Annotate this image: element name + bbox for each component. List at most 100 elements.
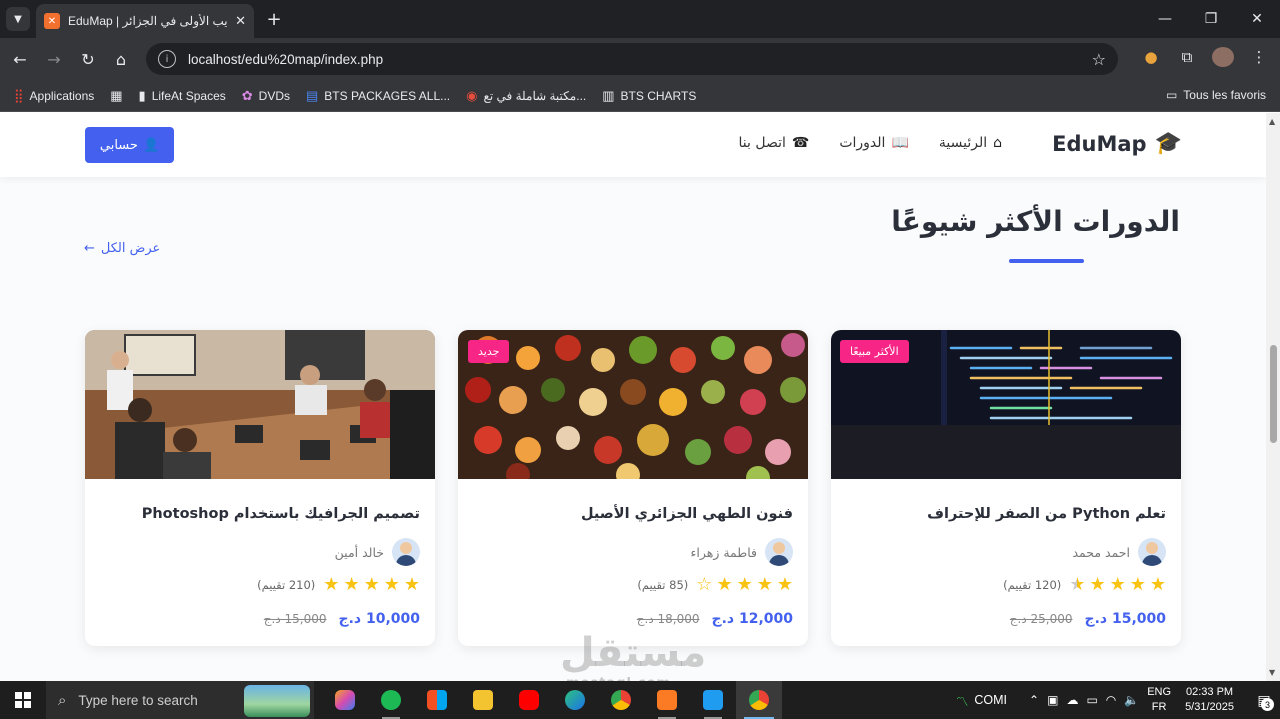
nav-contact[interactable]: ☎ اتصل بنا	[739, 135, 810, 151]
star-full-icon: ★	[756, 574, 773, 595]
bookmark-star-icon[interactable]: ☆	[1092, 50, 1106, 69]
vscode-icon	[703, 690, 723, 710]
taskbar-apps	[322, 681, 782, 719]
xampp-icon	[657, 690, 677, 710]
course-image-meeting	[85, 330, 435, 479]
star-full-icon: ★	[1089, 574, 1106, 595]
browser-tab-bar: ▼ ✕ EduMap | بوابة التدريب الأولى في الج…	[0, 0, 1280, 38]
chrome-app[interactable]	[598, 681, 644, 719]
course-price: 15,000 د.ج 25,000 د.ج	[1010, 611, 1166, 627]
scroll-down-icon[interactable]: ▼	[1269, 668, 1275, 677]
nav-courses[interactable]: 📖 الدورات	[839, 135, 909, 151]
browser-tab[interactable]: ✕ EduMap | بوابة التدريب الأولى في الجزا…	[36, 4, 254, 38]
language-indicator[interactable]: ENG FR	[1147, 685, 1171, 715]
forward-arrow-icon[interactable]: →	[42, 47, 66, 71]
view-all-link[interactable]: ← عرض الكل	[84, 241, 160, 256]
windows-logo-icon	[15, 692, 31, 708]
old-price: 15,000 د.ج	[263, 612, 327, 626]
minimize-icon[interactable]: —	[1142, 0, 1188, 38]
bookmark-library[interactable]: ◉ مكتبة شاملة في تع...	[466, 88, 586, 104]
start-button[interactable]	[0, 681, 46, 719]
tab-close-icon[interactable]: ✕	[235, 14, 246, 29]
chrome-icon	[749, 690, 769, 710]
page-viewport: EduMap 🎓 ⌂ الرئيسية 📖 الدورات ☎ اتصل بنا…	[0, 113, 1266, 681]
bookmark-grid[interactable]: ▦	[110, 88, 122, 104]
reload-icon[interactable]: ↻	[76, 47, 100, 71]
bookmark-dvds[interactable]: ✿ DVDs	[242, 88, 290, 104]
back-arrow-icon[interactable]: ←	[8, 47, 32, 71]
site-logo[interactable]: EduMap 🎓	[1052, 131, 1182, 156]
current-price: 15,000 د.ج	[1084, 611, 1167, 627]
battery-icon[interactable]: ▭	[1086, 693, 1097, 707]
xampp-favicon-icon: ✕	[44, 13, 60, 29]
site-info-icon[interactable]: i	[158, 50, 176, 68]
chevron-up-icon[interactable]: ⌃	[1029, 693, 1039, 707]
new-tab-button[interactable]: +	[262, 7, 286, 31]
main-menu: ⌂ الرئيسية 📖 الدورات ☎ اتصل بنا	[739, 135, 1003, 151]
spotify-app[interactable]	[368, 681, 414, 719]
youtube-app[interactable]	[506, 681, 552, 719]
bookmark-bts-packages[interactable]: ▤ BTS PACKAGES ALL...	[306, 88, 450, 104]
search-highlight-image[interactable]	[244, 685, 310, 717]
extension-icon[interactable]: ●	[1140, 48, 1162, 66]
spotify-icon	[381, 690, 401, 710]
course-card-photoshop[interactable]: تصميم الجرافيك باستخدام Photoshop خالد أ…	[85, 330, 435, 646]
instructor-avatar	[1138, 538, 1166, 566]
apps-grid-icon: ⣿	[14, 87, 24, 103]
windows-taskbar: ⌕ Type here to search 〽 COMI ⌃ ▣ ☁ ▭ ◠ 🔈…	[0, 681, 1280, 719]
current-price: 10,000 د.ج	[338, 611, 421, 627]
star-full-icon: ★	[403, 574, 420, 595]
instructor-name: فاطمة زهراء	[690, 544, 757, 560]
course-title[interactable]: فنون الطهي الجزائري الأصيل	[581, 506, 793, 522]
bookmark-applications[interactable]: ⣿ Applications	[14, 88, 94, 104]
more-menu-icon[interactable]: ⋮	[1248, 48, 1270, 66]
restore-icon[interactable]: ❐	[1188, 0, 1234, 38]
xampp-app[interactable]	[644, 681, 690, 719]
copilot-app[interactable]	[322, 681, 368, 719]
arrow-left-icon: ←	[84, 241, 95, 256]
address-bar[interactable]: i localhost/edu%20map/index.php ☆	[146, 43, 1118, 75]
course-title[interactable]: تصميم الجرافيك باستخدام Photoshop	[142, 506, 420, 522]
page-scrollbar[interactable]: ▲ ▼	[1266, 113, 1280, 681]
notification-center[interactable]: ▤ 3	[1248, 681, 1280, 719]
explorer-app[interactable]	[460, 681, 506, 719]
star-empty-icon: ☆	[696, 574, 713, 595]
search-placeholder: Type here to search	[78, 692, 198, 708]
lifeat-icon: ▮	[138, 87, 146, 103]
meet-icon[interactable]: ▣	[1047, 693, 1058, 707]
url-text[interactable]: localhost/edu%20map/index.php	[188, 52, 1092, 67]
chrome-active-app[interactable]	[736, 681, 782, 719]
bookmarks-bar: ⣿ Applications ▦ ▮ LifeAt Spaces ✿ DVDs ▤ BT…	[0, 80, 1280, 112]
account-button[interactable]: 👤 حسابي	[85, 127, 174, 163]
home-icon[interactable]: ⌂	[109, 47, 133, 71]
scroll-thumb[interactable]	[1270, 345, 1277, 443]
puzzle-extensions-icon[interactable]: ⧉	[1176, 48, 1198, 66]
profile-avatar-icon[interactable]	[1212, 47, 1234, 67]
clock[interactable]: 02:33 PM 5/31/2025	[1185, 685, 1234, 715]
course-card-python[interactable]: الأكثر مبيعًا تعلم Python من الصفر للإحت…	[831, 330, 1181, 646]
tab-search-button[interactable]: ▼	[6, 7, 30, 31]
current-price: 12,000 د.ج	[711, 611, 794, 627]
instructor: فاطمة زهراء	[690, 538, 793, 566]
wifi-icon[interactable]: ◠	[1106, 693, 1116, 707]
vscode-app[interactable]	[690, 681, 736, 719]
nav-home[interactable]: ⌂ الرئيسية	[939, 135, 1002, 151]
course-card-cooking[interactable]: جديد فنون الطهي الجزائري الأصيل فاطمة زه…	[458, 330, 808, 646]
store-app[interactable]	[414, 681, 460, 719]
section-title: الدورات الأكثر شيوعًا	[891, 205, 1180, 238]
close-window-icon[interactable]: ✕	[1234, 0, 1280, 38]
edge-app[interactable]	[552, 681, 598, 719]
instructor: خالد أمين	[335, 538, 420, 566]
scroll-up-icon[interactable]: ▲	[1269, 117, 1275, 126]
search-icon: ⌕	[58, 691, 67, 709]
logo-text: EduMap	[1052, 131, 1147, 156]
stock-widget[interactable]: 〽 COMI	[956, 691, 1007, 710]
chrome-icon	[611, 690, 631, 710]
cloud-icon[interactable]: ☁	[1066, 693, 1078, 707]
course-title[interactable]: تعلم Python من الصفر للإحتراف	[927, 506, 1166, 522]
bookmark-bts-charts[interactable]: ▥ BTS CHARTS	[602, 88, 696, 104]
volume-icon[interactable]: 🔈	[1124, 693, 1139, 707]
all-bookmarks[interactable]: ▭ Tous les favoris	[1166, 88, 1266, 102]
graduation-cap-icon: 🎓	[1154, 131, 1182, 156]
bookmark-lifeat[interactable]: ▮ LifeAt Spaces	[139, 88, 226, 104]
